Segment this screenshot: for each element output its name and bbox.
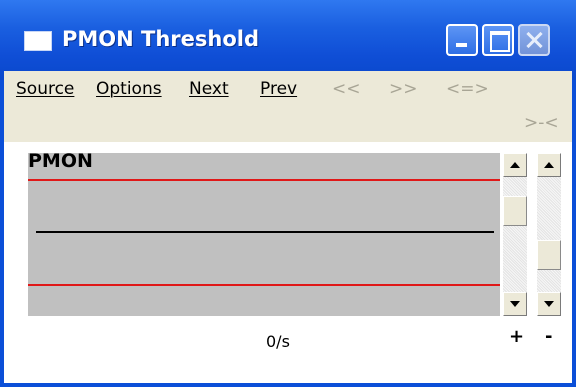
menu-source[interactable]: Source bbox=[16, 79, 74, 99]
value-line bbox=[36, 231, 494, 233]
window-title: PMON Threshold bbox=[62, 27, 260, 51]
menu-options[interactable]: Options bbox=[96, 79, 162, 99]
scroll-down-arrow-icon[interactable] bbox=[503, 292, 527, 316]
menu-next[interactable]: Next bbox=[189, 79, 229, 99]
scroll-down-arrow-icon[interactable] bbox=[537, 292, 561, 316]
menu-next-label: Next bbox=[189, 79, 229, 99]
close-button bbox=[518, 24, 550, 56]
minimize-button[interactable] bbox=[446, 24, 478, 56]
maximize-button[interactable] bbox=[482, 24, 514, 56]
menu-contract: >-< bbox=[524, 113, 559, 133]
window: PMON Threshold Source Options Next Prev … bbox=[0, 0, 576, 387]
menu-forward-label: >> bbox=[389, 79, 418, 99]
lower-threshold-line bbox=[28, 284, 500, 286]
menu-expand-label: <=> bbox=[446, 79, 489, 99]
window-icon[interactable] bbox=[24, 31, 52, 51]
menu-options-label: Options bbox=[96, 79, 162, 99]
menu-expand: <=> bbox=[446, 79, 489, 99]
scroll-thumb[interactable] bbox=[503, 196, 527, 226]
menu-bar: Source Options Next Prev << >> <=> >-< bbox=[4, 71, 572, 142]
menu-rewind-label: << bbox=[332, 79, 361, 99]
title-bar[interactable]: PMON Threshold bbox=[0, 0, 576, 80]
upper-threshold-line bbox=[28, 179, 500, 181]
lower-threshold-scrollbar[interactable] bbox=[537, 153, 561, 316]
menu-contract-label: >-< bbox=[524, 113, 559, 133]
threshold-graph: PMON bbox=[28, 150, 500, 316]
scroll-up-arrow-icon[interactable] bbox=[503, 153, 527, 177]
menu-prev-label: Prev bbox=[260, 79, 298, 99]
scroll-thumb[interactable] bbox=[537, 240, 561, 270]
rate-readout: 0/s bbox=[266, 332, 290, 351]
decrease-button[interactable]: - bbox=[545, 326, 552, 347]
menu-rewind: << bbox=[332, 79, 361, 99]
scroll-up-arrow-icon[interactable] bbox=[537, 153, 561, 177]
increase-button[interactable]: + bbox=[509, 326, 524, 347]
upper-threshold-scrollbar[interactable] bbox=[503, 153, 527, 316]
menu-forward: >> bbox=[389, 79, 418, 99]
menu-prev[interactable]: Prev bbox=[260, 79, 297, 99]
graph-label: PMON bbox=[28, 150, 93, 172]
menu-source-label: Source bbox=[16, 79, 75, 99]
